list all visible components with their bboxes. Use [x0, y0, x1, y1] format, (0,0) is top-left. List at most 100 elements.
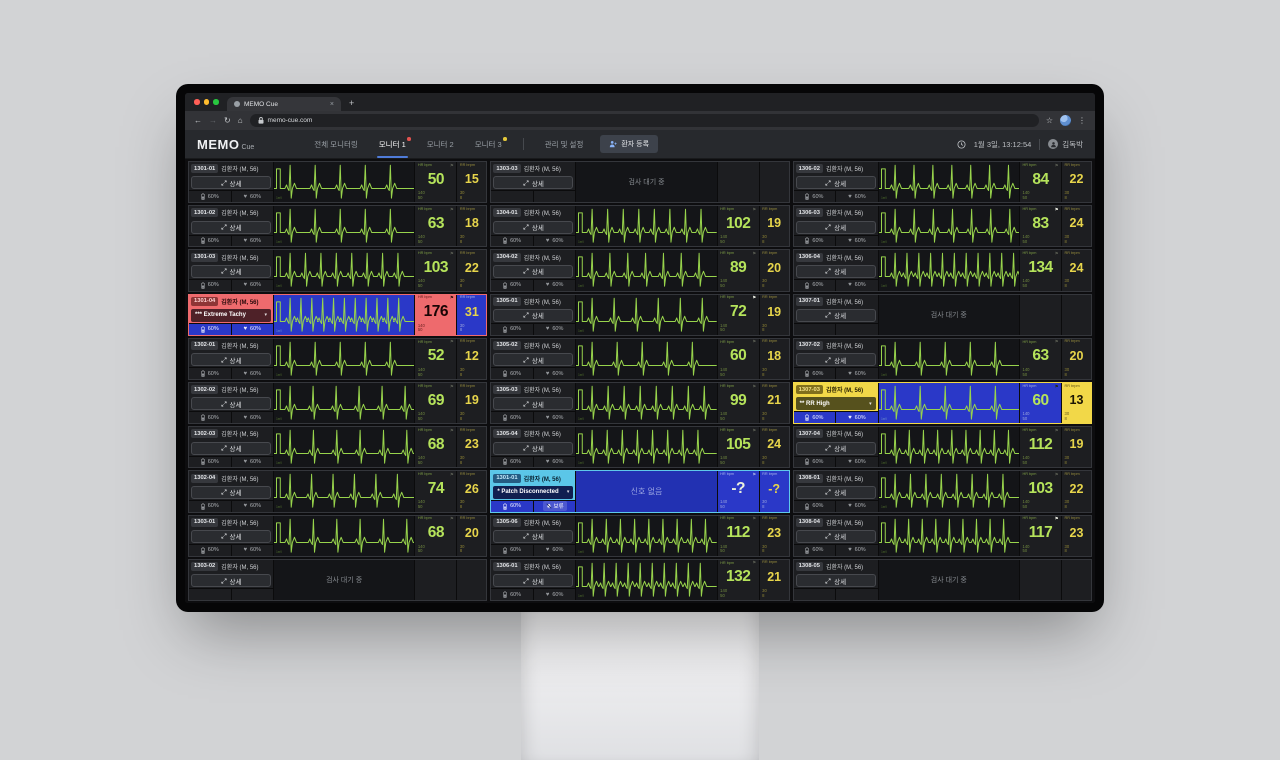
- home-icon[interactable]: ⌂: [238, 117, 243, 125]
- detail-button[interactable]: 상세: [493, 397, 573, 410]
- patient-panel: 1301-01 김환자 (M, 56) 상세 ▾: [189, 162, 274, 202]
- user-chip[interactable]: 김독박: [1048, 139, 1083, 150]
- patient-header: 1301-03 김환자 (M, 56): [189, 250, 273, 263]
- nav-item-settings[interactable]: 관리 및 설정: [543, 130, 586, 158]
- patient-name: 김환자 (M, 56): [826, 429, 863, 438]
- patient-name: 김환자 (M, 56): [524, 297, 561, 306]
- patient-cell: 1307-03 김환자 (M, 56) 상세 ** RR High ▾: [793, 382, 1092, 424]
- patient-header: 1306-02 김환자 (M, 56): [794, 162, 878, 175]
- detail-label: 상세: [532, 531, 544, 541]
- alarm-dropdown[interactable]: ** RR High ▾: [796, 397, 876, 410]
- detail-button[interactable]: 상세: [191, 530, 271, 543]
- detail-button[interactable]: 상세: [191, 265, 271, 278]
- heart-icon: ♥: [243, 194, 247, 200]
- calibration-label: 1mV: [881, 550, 888, 554]
- battery-percent: 60%: [208, 282, 219, 288]
- browser-profile-avatar[interactable]: [1060, 115, 1071, 126]
- detail-button[interactable]: 상세: [493, 265, 573, 278]
- detail-button[interactable]: 상세: [191, 397, 271, 410]
- detail-label: 상세: [532, 443, 544, 453]
- ecg-trace: 1mV: [879, 427, 1019, 467]
- patient-header: 1305-06 김환자 (M, 56): [491, 516, 575, 529]
- signal-percent: 60%: [250, 459, 261, 465]
- detail-button[interactable]: 상세: [493, 353, 573, 366]
- signal-percent: 60%: [552, 459, 563, 465]
- detail-button[interactable]: 상세: [796, 221, 876, 234]
- detail-button[interactable]: 상세: [796, 309, 876, 322]
- detail-button[interactable]: 상세: [191, 221, 271, 234]
- detail-button[interactable]: 상세: [493, 574, 573, 587]
- address-bar[interactable]: memo-cue.com: [250, 114, 1039, 127]
- close-window-icon[interactable]: [194, 99, 200, 105]
- battery-percent: 60%: [510, 371, 521, 377]
- signal-percent: 60%: [855, 282, 866, 288]
- signal-status: ♥ 60% 보류: [836, 457, 878, 468]
- detail-button[interactable]: 상세: [493, 176, 573, 189]
- browser-tab[interactable]: MEMO Cue ×: [227, 97, 341, 111]
- patient-actions: 상세 *** Extreme Tachy ▾: [189, 308, 273, 323]
- hr-value: 68: [418, 522, 454, 545]
- alarm-dropdown[interactable]: *** Extreme Tachy ▾: [191, 309, 271, 322]
- hr-box: HR bpm ⚑ 68 140 50: [415, 516, 457, 556]
- patient-header: 1303-01 김환자 (M, 56): [189, 516, 273, 529]
- ecg-waveform: 1mV 검사 대기 중 신호 없음: [576, 162, 717, 202]
- detail-label: 상세: [532, 355, 544, 365]
- forward-icon[interactable]: →: [209, 117, 217, 125]
- patient-actions: 상세 ▾: [794, 573, 878, 588]
- browser-menu-icon[interactable]: ⋮: [1078, 116, 1086, 125]
- nav-item-all-monitoring[interactable]: 전체 모니터링: [312, 130, 359, 158]
- hr-limit-low: 50: [418, 240, 454, 245]
- alarm-dropdown[interactable]: * Patch Disconnected ▾: [493, 486, 573, 499]
- hr-value: 60: [1023, 389, 1059, 412]
- register-patient-button[interactable]: 환자 등록: [600, 135, 658, 153]
- signal-status: ♥ 60% 보류: [836, 501, 878, 512]
- rr-limits: 30 8: [1065, 279, 1089, 289]
- detail-button[interactable]: 상세: [796, 176, 876, 189]
- detail-button[interactable]: 상세: [493, 309, 573, 322]
- nav-item-monitor-1[interactable]: 모니터 1: [377, 130, 408, 158]
- signal-percent: 60%: [855, 371, 866, 377]
- detail-button[interactable]: 상세: [796, 442, 876, 455]
- patient-header: 1305-02 김환자 (M, 56): [491, 339, 575, 352]
- nav-item-monitor-3[interactable]: 모니터 3: [473, 130, 504, 158]
- back-icon[interactable]: ←: [194, 117, 202, 125]
- detail-button[interactable]: 상세: [191, 574, 271, 587]
- detail-button[interactable]: 상세: [191, 176, 271, 189]
- ecg-waveform: 1mV 검사 대기 중 신호 없음: [879, 383, 1020, 423]
- detail-button[interactable]: 상세: [796, 353, 876, 366]
- battery-icon: [805, 370, 809, 377]
- tab-close-icon[interactable]: ×: [330, 101, 334, 108]
- reload-icon[interactable]: ↻: [224, 117, 231, 125]
- detail-button[interactable]: 상세: [796, 265, 876, 278]
- alarm-paused-chip: 보류: [543, 501, 567, 511]
- rr-limit-low: 8: [1065, 417, 1089, 422]
- rr-limit-low: 8: [1065, 505, 1089, 510]
- detail-button[interactable]: 상세: [796, 574, 876, 587]
- patient-panel: 1305-04 김환자 (M, 56) 상세 ▾: [491, 427, 576, 467]
- detail-button[interactable]: 상세: [493, 221, 573, 234]
- battery-icon: [201, 414, 205, 421]
- rr-value: 19: [762, 211, 786, 235]
- patient-panel: 1302-01 김환자 (M, 56) 상세 ▾: [189, 339, 274, 379]
- nav-item-monitor-2[interactable]: 모니터 2: [425, 130, 456, 158]
- zoom-window-icon[interactable]: [213, 99, 219, 105]
- detail-button[interactable]: 상세: [191, 353, 271, 366]
- bookmark-star-icon[interactable]: ☆: [1046, 117, 1053, 125]
- detail-button[interactable]: 상세: [796, 486, 876, 499]
- hr-value: 84: [1023, 168, 1059, 191]
- detail-button[interactable]: 상세: [796, 530, 876, 543]
- detail-button[interactable]: 상세: [493, 530, 573, 543]
- patient-actions: 상세 ▾: [189, 175, 273, 190]
- device-status-row: 60% ♥ 60% 보류: [794, 323, 878, 335]
- detail-button[interactable]: 상세: [191, 486, 271, 499]
- new-tab-button[interactable]: +: [349, 99, 354, 108]
- minimize-window-icon[interactable]: [204, 99, 210, 105]
- window-controls[interactable]: [194, 99, 219, 105]
- heart-icon: ♥: [848, 459, 852, 465]
- tab-favicon: [234, 101, 240, 107]
- detail-button[interactable]: 상세: [191, 442, 271, 455]
- patient-header: 1302-02 김환자 (M, 56): [189, 383, 273, 396]
- patient-name: 김환자 (M, 56): [221, 341, 258, 350]
- hr-box: HR bpm ⚑ 105 140 50: [718, 427, 760, 467]
- detail-button[interactable]: 상세: [493, 442, 573, 455]
